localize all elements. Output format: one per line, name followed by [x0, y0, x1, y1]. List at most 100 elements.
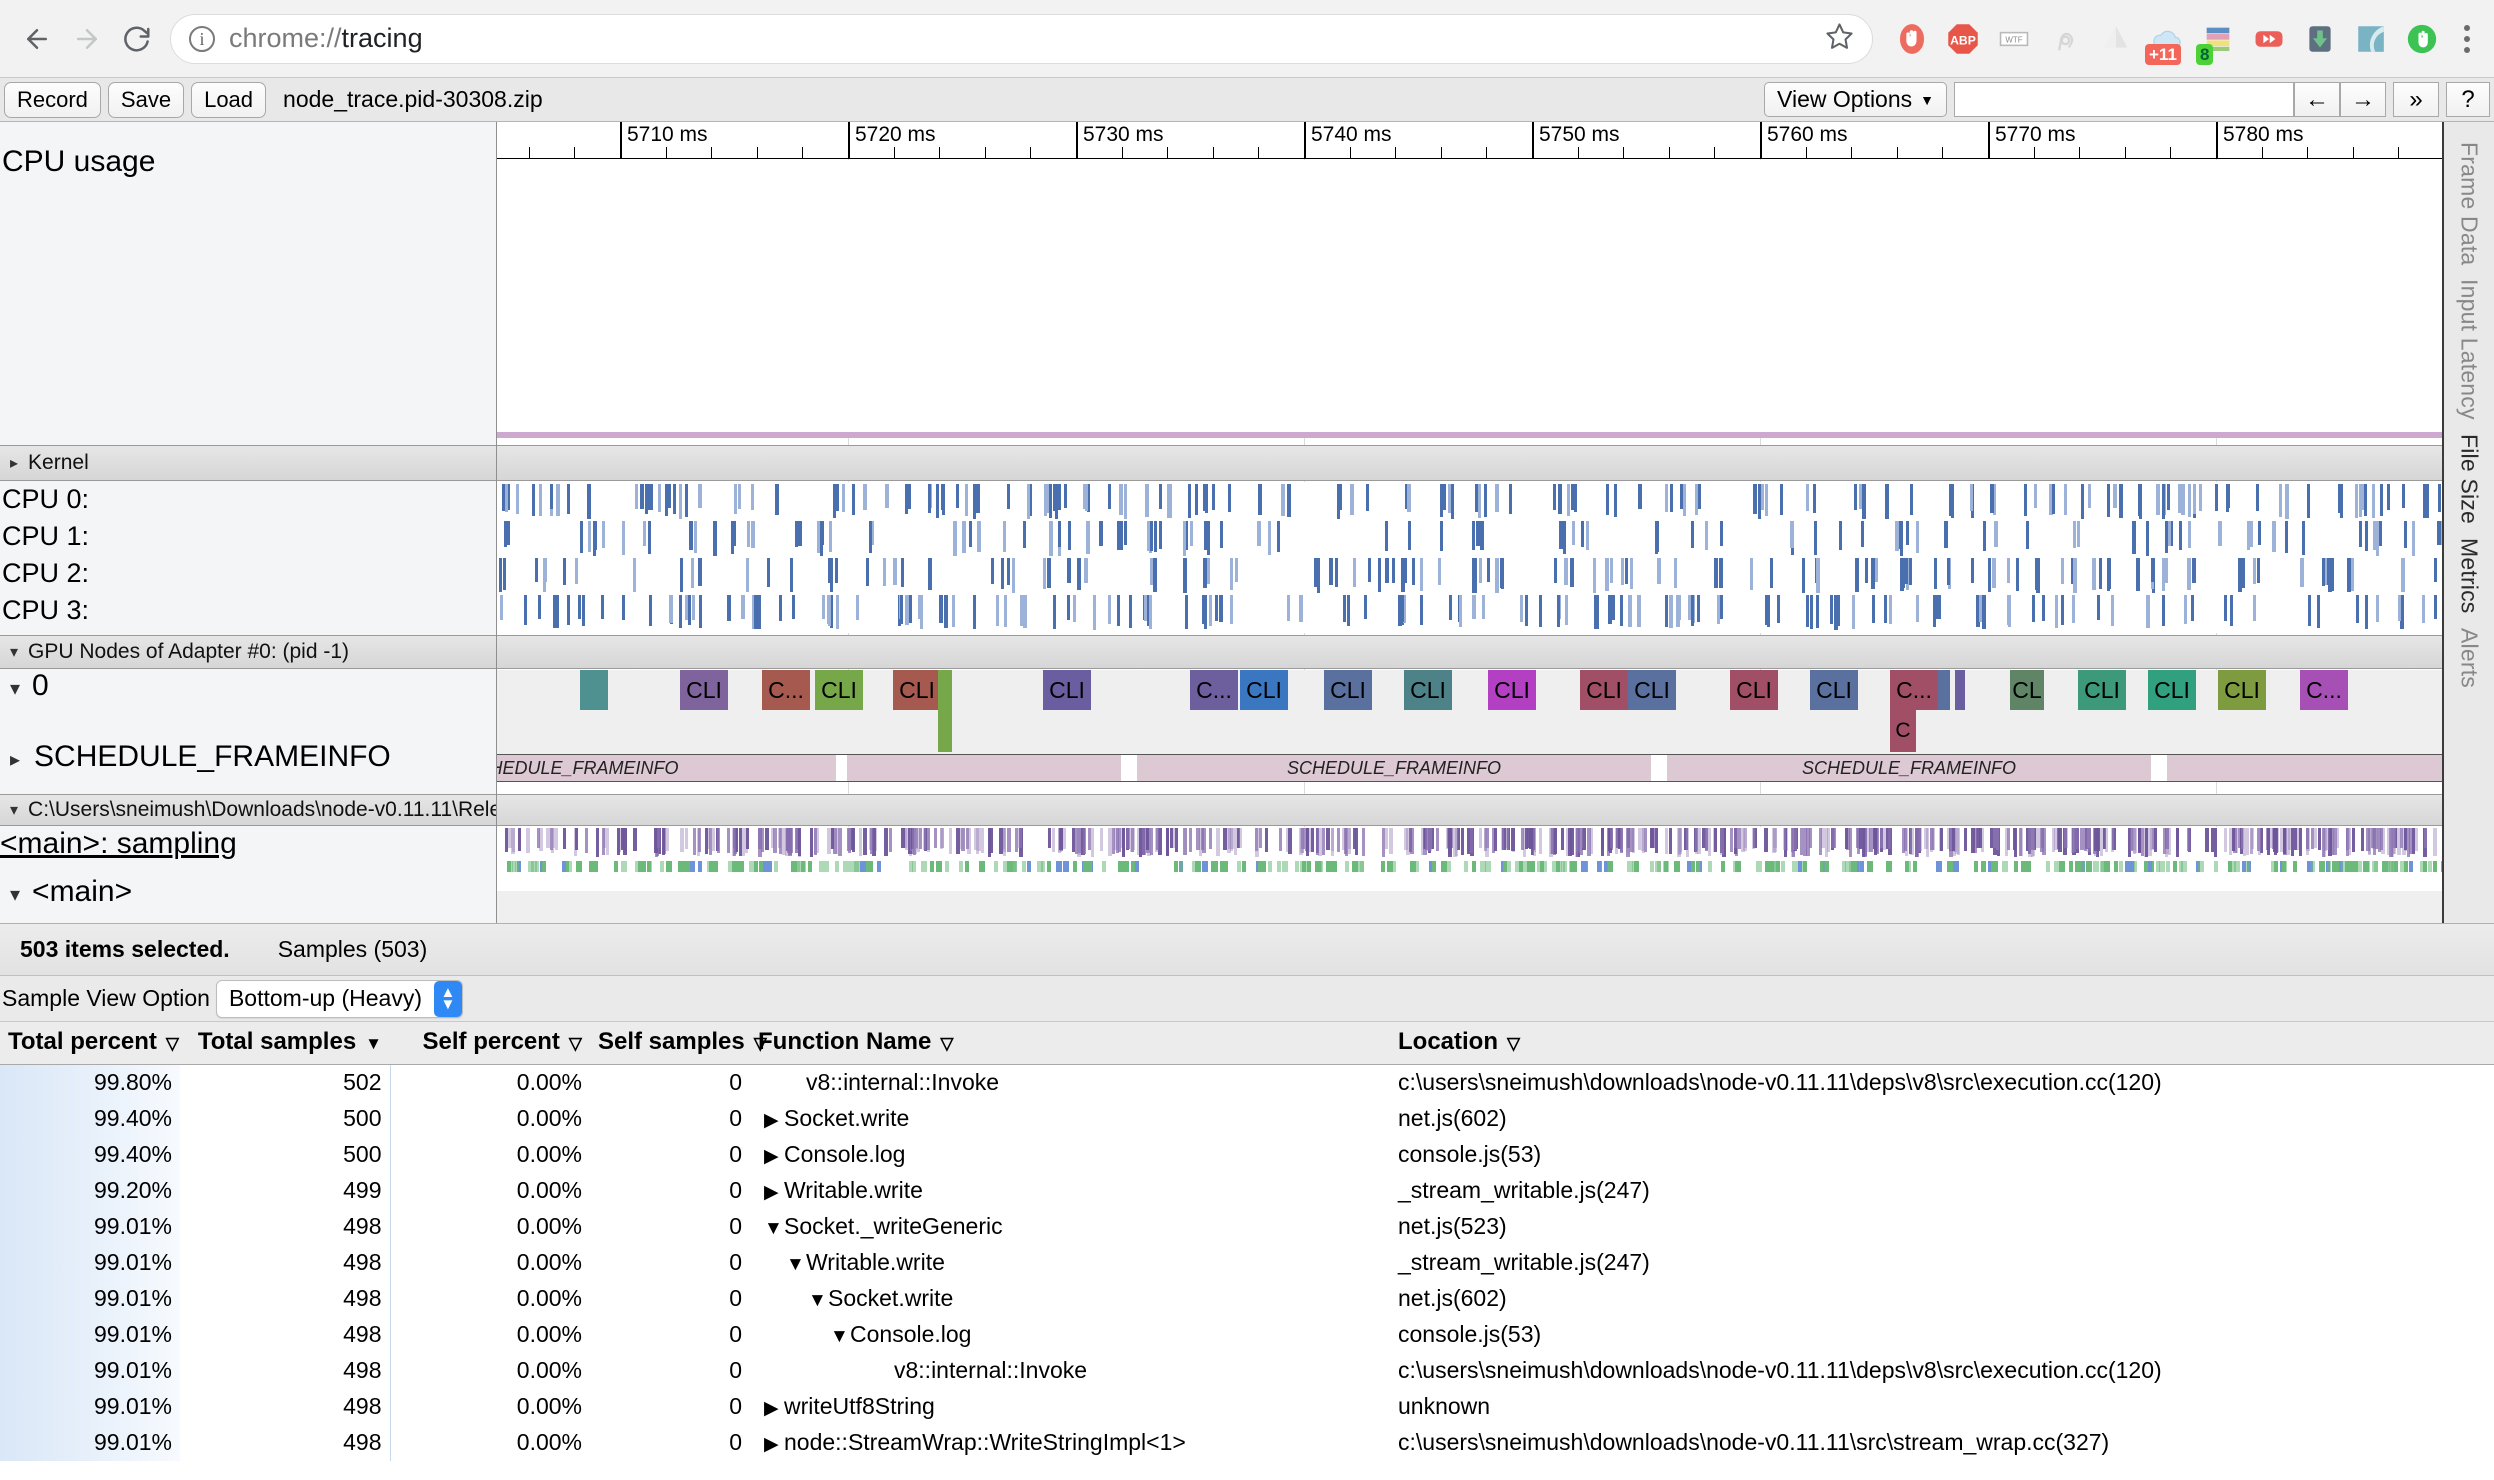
sample-mark[interactable]	[1088, 828, 1091, 850]
sample-mark[interactable]	[1783, 828, 1786, 850]
sample-mark[interactable]	[535, 861, 539, 872]
cpu-slice[interactable]	[1976, 595, 1979, 619]
sample-mark[interactable]	[1216, 828, 1220, 856]
sample-mark[interactable]	[647, 861, 651, 872]
sample-mark[interactable]	[1146, 828, 1149, 850]
cpu-slice[interactable]	[1124, 484, 1127, 519]
cpu-slice[interactable]	[650, 484, 653, 510]
sample-mark[interactable]	[1515, 861, 1521, 872]
cpu-slice[interactable]	[1889, 595, 1892, 624]
sample-mark[interactable]	[1507, 861, 1511, 872]
load-button[interactable]: Load	[191, 82, 266, 118]
samples-tab[interactable]: Samples (503)	[278, 936, 428, 963]
sample-mark[interactable]	[1708, 861, 1712, 872]
sample-mark[interactable]	[1902, 828, 1905, 853]
sample-mark[interactable]	[733, 828, 736, 856]
cpu-slice[interactable]	[2401, 558, 2405, 592]
cpu-slice[interactable]	[2055, 595, 2058, 628]
sample-mark[interactable]	[2386, 861, 2390, 872]
sample-mark[interactable]	[1936, 861, 1940, 872]
cpu-slice[interactable]	[1612, 595, 1615, 620]
cpu-slice[interactable]	[863, 484, 867, 510]
cpu-slice[interactable]	[2064, 484, 2067, 515]
sample-mark[interactable]	[1441, 861, 1447, 872]
gpu-slice[interactable]: CLI	[2218, 670, 2266, 710]
column-header-function-name[interactable]: Function Name▽	[750, 1022, 1390, 1065]
sample-mark[interactable]	[2141, 828, 2144, 856]
cpu-slice[interactable]	[1027, 484, 1030, 519]
sample-mark[interactable]	[2205, 828, 2209, 852]
sample-mark[interactable]	[2364, 861, 2370, 872]
cpu-slice[interactable]	[1934, 558, 1937, 589]
sample-mark[interactable]	[2093, 861, 2099, 872]
cpu-slice[interactable]	[1478, 484, 1481, 518]
cpu-slice[interactable]	[798, 521, 802, 546]
sample-mark[interactable]	[1655, 828, 1658, 853]
sample-mark[interactable]	[884, 828, 888, 856]
sample-mark[interactable]	[2258, 828, 2261, 855]
sample-mark[interactable]	[1821, 861, 1827, 872]
sample-mark[interactable]	[2148, 861, 2152, 872]
sample-mark[interactable]	[1003, 828, 1006, 856]
sample-mark[interactable]	[698, 861, 702, 872]
cpu-slice[interactable]	[1117, 595, 1120, 626]
cpu-slice[interactable]	[694, 521, 697, 553]
cpu-slice[interactable]	[758, 595, 761, 629]
sample-mark[interactable]	[981, 828, 984, 853]
sample-mark[interactable]	[2094, 828, 2098, 851]
cpu-slice[interactable]	[1777, 595, 1780, 623]
cpu-slice[interactable]	[901, 558, 904, 587]
cpu-slice[interactable]	[2061, 595, 2064, 625]
sample-mark[interactable]	[1047, 861, 1051, 872]
sample-mark[interactable]	[1295, 861, 1299, 872]
cpu-slice[interactable]	[792, 595, 795, 619]
cpu-slice[interactable]	[2178, 484, 2182, 513]
cpu-slice[interactable]	[1154, 521, 1157, 552]
sample-mark[interactable]	[1018, 828, 1022, 848]
table-row[interactable]: 99.01%4980.00%0▶writeUtf8Stringunknown	[0, 1389, 2494, 1425]
sample-mark[interactable]	[617, 828, 620, 855]
cpu-slice[interactable]	[751, 521, 755, 548]
cpu-slice[interactable]	[883, 558, 886, 586]
sample-mark[interactable]	[2433, 828, 2437, 856]
cpu-slice[interactable]	[936, 484, 939, 518]
expand-icon[interactable]: ▶	[764, 1181, 784, 1204]
sample-mark[interactable]	[2283, 828, 2286, 854]
cpu-slice[interactable]	[1449, 595, 1452, 620]
sample-mark[interactable]	[831, 828, 834, 849]
sample-mark[interactable]	[1132, 828, 1135, 850]
sample-mark[interactable]	[2002, 861, 2008, 872]
sample-mark[interactable]	[2187, 828, 2190, 851]
cpu-slice[interactable]	[524, 595, 527, 625]
sample-mark[interactable]	[526, 828, 530, 853]
cpu-slice[interactable]	[680, 558, 683, 592]
cpu-slice[interactable]	[1970, 484, 1973, 511]
sample-mark[interactable]	[1657, 861, 1661, 872]
sample-mark[interactable]	[2073, 828, 2076, 852]
cpu-slice[interactable]	[2300, 558, 2304, 587]
schedule-frameinfo-track[interactable]: SCHEDULE_FRAMEINFOSCHEDULE_FRAMEINFOSCHE…	[497, 754, 2442, 782]
sample-mark[interactable]	[1503, 861, 1507, 872]
cpu-slice[interactable]	[1188, 484, 1191, 518]
cpu-slice[interactable]	[1705, 521, 1708, 550]
sample-mark[interactable]	[1279, 828, 1282, 851]
sample-mark[interactable]	[1630, 828, 1634, 852]
cpu-slice[interactable]	[1565, 595, 1568, 625]
cpu-slice[interactable]	[1558, 484, 1562, 514]
cpu-slice[interactable]	[2035, 558, 2038, 590]
sample-mark[interactable]	[2064, 828, 2068, 848]
cpu-slice[interactable]	[1443, 484, 1446, 510]
sample-mark[interactable]	[1809, 828, 1812, 848]
sample-mark[interactable]	[798, 828, 801, 856]
cpu-slice[interactable]	[2359, 484, 2362, 517]
cpu-slice[interactable]	[928, 484, 931, 513]
cpu-slice[interactable]	[2188, 521, 2191, 548]
cpu-slice[interactable]	[2072, 595, 2075, 623]
collapse-icon[interactable]: ▼	[830, 1326, 850, 1348]
sample-mark[interactable]	[2154, 828, 2157, 852]
address-bar[interactable]: i chrome://tracing	[170, 14, 1873, 64]
cpu-slice[interactable]	[648, 521, 651, 554]
sample-mark[interactable]	[1124, 861, 1128, 872]
sample-mark[interactable]	[1448, 828, 1452, 857]
cpu-slice[interactable]	[532, 484, 535, 516]
